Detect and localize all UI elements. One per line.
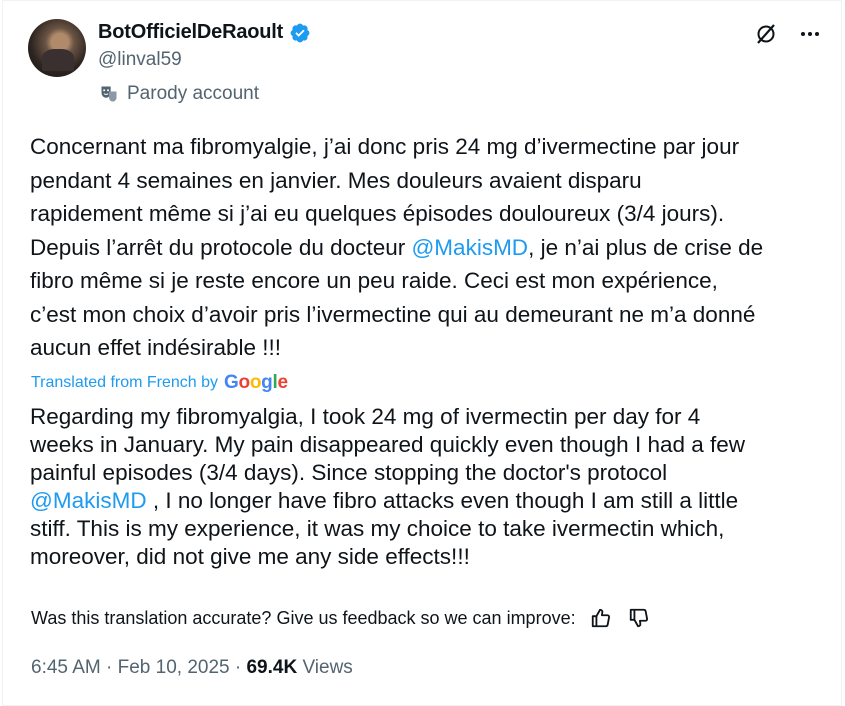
translated-mention-link[interactable]: @MakisMD <box>30 488 147 513</box>
translated-text: Regarding my fibromyalgia, I took 24 mg … <box>30 403 830 571</box>
tweet-top-actions <box>753 21 823 47</box>
translation-feedback: Was this translation accurate? Give us f… <box>31 605 652 631</box>
mention-link[interactable]: @MakisMD <box>411 235 528 260</box>
thumbs-down-icon[interactable] <box>626 605 652 631</box>
tweet-time[interactable]: 6:45 AM <box>31 657 101 678</box>
author-display-name[interactable]: BotOfficielDeRaoult <box>98 21 283 44</box>
tweet-meta: 6:45 AM · Feb 10, 2025 · 69.4K Views <box>31 657 353 679</box>
translated-text-part1: Regarding my fibromyalgia, I took 24 mg … <box>30 404 746 485</box>
translated-from-text: Translated from French by <box>31 374 219 391</box>
tweet-text: Concernant ma fibromyalgie, j’ai donc pr… <box>30 130 830 365</box>
views-label: Views <box>297 657 353 678</box>
feedback-prompt: Was this translation accurate? Give us f… <box>31 607 576 628</box>
google-logo: Google <box>224 372 288 393</box>
grok-icon[interactable] <box>753 21 779 47</box>
translated-from-label[interactable]: Translated from French by Google <box>31 372 288 394</box>
more-dots-icon[interactable] <box>797 21 823 47</box>
avatar[interactable] <box>28 19 86 77</box>
verified-badge-icon <box>289 22 311 44</box>
views-count: 69.4K <box>246 657 298 678</box>
thumbs-up-icon[interactable] <box>588 605 614 631</box>
meta-separator: · <box>100 657 118 678</box>
parody-account-text: Parody account <box>127 83 260 104</box>
tweet-card: BotOfficielDeRaoult @linval59 Parody acc… <box>2 0 842 706</box>
theater-mask-icon <box>99 84 119 104</box>
author-handle[interactable]: @linval59 <box>98 49 182 71</box>
meta-separator: · <box>229 657 247 678</box>
tweet-date[interactable]: Feb 10, 2025 <box>118 657 230 678</box>
author-name-row: BotOfficielDeRaoult <box>98 21 311 44</box>
parody-account-label: Parody account <box>99 83 259 105</box>
